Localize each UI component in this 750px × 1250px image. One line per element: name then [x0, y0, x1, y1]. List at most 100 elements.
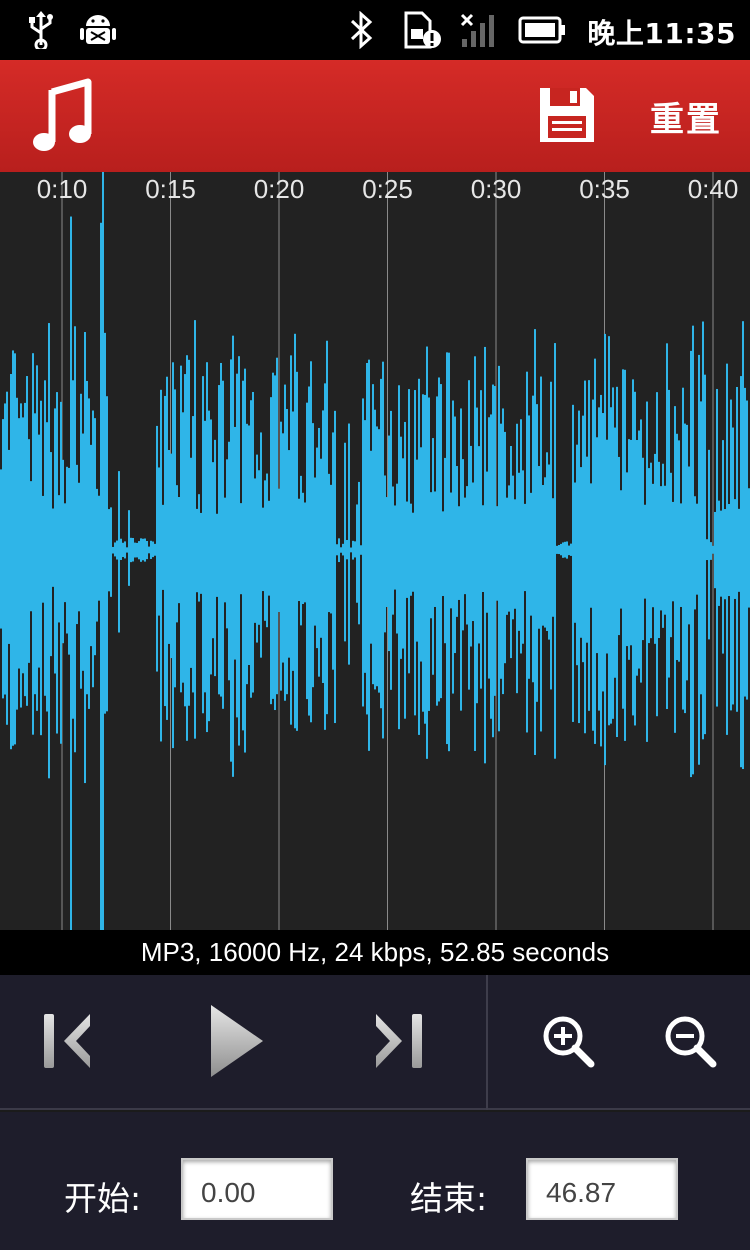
- waveform-sample: [48, 323, 50, 779]
- waveform-sample: [44, 380, 46, 696]
- waveform-sample: [384, 475, 386, 633]
- waveform-sample: [348, 423, 350, 665]
- waveform-sample: [448, 352, 450, 752]
- waveform-sample: [190, 457, 192, 668]
- waveform-sample: [598, 407, 600, 711]
- waveform-sample: [646, 401, 648, 742]
- waveform-sample: [372, 384, 374, 685]
- waveform-sample: [458, 506, 460, 600]
- waveform-sample: [284, 384, 286, 701]
- waveform-sample: [332, 432, 334, 670]
- waveform-sample: [132, 537, 134, 562]
- waveform-sample: [720, 510, 722, 597]
- waveform-sample: [362, 398, 364, 707]
- waveform-sample: [54, 408, 56, 674]
- waveform-sample: [600, 394, 602, 747]
- save-icon[interactable]: [538, 86, 596, 144]
- waveform-sample: [560, 543, 562, 556]
- waveform-sample: [388, 435, 390, 652]
- waveform-sample: [654, 453, 656, 644]
- waveform-sample: [214, 439, 216, 677]
- waveform-chart[interactable]: 0:10 0:15 0:20 0:25 0:30 0:35 0:40: [0, 172, 750, 930]
- waveform-sample: [564, 541, 566, 558]
- reset-button[interactable]: 重置: [636, 88, 736, 144]
- waveform-sample: [272, 372, 274, 699]
- waveform-sample: [640, 419, 642, 683]
- waveform-sample: [112, 546, 114, 554]
- waveform-sample: [626, 472, 628, 647]
- waveform-sample: [370, 450, 372, 644]
- timeline-label: 0:15: [145, 174, 196, 204]
- waveform-view[interactable]: 0:10 0:15 0:20 0:25 0:30 0:35 0:40: [0, 172, 750, 930]
- waveform-sample: [634, 391, 636, 726]
- waveform-sample: [496, 506, 498, 601]
- waveform-sample: [244, 368, 246, 753]
- waveform-sample: [548, 464, 550, 640]
- waveform-sample: [398, 385, 400, 730]
- waveform-sample: [534, 329, 536, 755]
- waveform-sample: [308, 386, 310, 716]
- waveform-sample: [318, 427, 320, 677]
- waveform-sample: [470, 445, 472, 647]
- waveform-sample: [410, 503, 412, 596]
- waveform-sample: [450, 492, 452, 609]
- waveform-sample: [494, 386, 496, 696]
- waveform-sample: [668, 389, 670, 678]
- waveform-sample: [194, 320, 196, 739]
- start-time-input[interactable]: [181, 1158, 333, 1220]
- waveform-sample: [282, 433, 284, 663]
- zoom-in-button[interactable]: [528, 1003, 608, 1083]
- music-note-icon[interactable]: [30, 78, 100, 154]
- waveform-sample: [20, 403, 22, 708]
- waveform-sample: [730, 399, 732, 711]
- waveform-sample: [46, 422, 48, 712]
- waveform-sample: [292, 411, 294, 671]
- waveform-sample: [290, 355, 292, 725]
- waveform-sample: [404, 421, 406, 719]
- end-time-input[interactable]: [526, 1158, 678, 1220]
- waveform-sample: [578, 410, 580, 724]
- waveform-sample: [140, 538, 142, 562]
- waveform-sample: [642, 457, 644, 641]
- battery-icon: [518, 10, 566, 50]
- skip-to-start-button[interactable]: [28, 1003, 108, 1083]
- zoom-in-icon: [541, 1014, 595, 1072]
- waveform-sample: [712, 545, 714, 554]
- waveform-sample: [610, 407, 612, 724]
- waveform-sample: [62, 459, 64, 644]
- waveform-sample: [154, 543, 156, 556]
- waveform-sample: [70, 216, 72, 930]
- waveform-sample: [490, 414, 492, 719]
- waveform-sample: [90, 444, 92, 647]
- waveform-sample: [732, 427, 734, 705]
- waveform-sample: [322, 410, 324, 683]
- waveform-sample: [708, 449, 710, 640]
- play-button[interactable]: [194, 1003, 274, 1083]
- waveform-sample: [12, 350, 14, 746]
- timeline-label: 0:40: [688, 174, 739, 204]
- waveform-sample: [480, 390, 482, 689]
- waveform-sample: [286, 409, 288, 695]
- end-label: 结束:: [410, 1179, 488, 1218]
- waveform-sample: [346, 540, 348, 560]
- waveform-sample: [570, 543, 572, 556]
- waveform-sample: [26, 376, 28, 706]
- waveform-sample: [24, 402, 26, 697]
- zoom-out-button[interactable]: [650, 1003, 730, 1083]
- waveform-sample: [620, 490, 622, 609]
- waveform-sample: [704, 374, 706, 735]
- timeline-label: 0:25: [362, 174, 413, 204]
- skip-to-end-button[interactable]: [358, 1003, 438, 1083]
- waveform-sample: [522, 470, 524, 644]
- waveform-sample: [460, 408, 462, 711]
- waveform-sample: [714, 511, 716, 589]
- waveform-sample: [10, 374, 12, 750]
- waveform-sample: [552, 498, 554, 617]
- waveform-sample: [500, 423, 502, 679]
- waveform-sample: [226, 459, 228, 629]
- waveform-sample: [164, 395, 166, 707]
- waveform-sample: [42, 495, 44, 603]
- waveform-sample: [152, 541, 154, 558]
- skip-to-start-icon: [38, 1010, 98, 1076]
- waveform-sample: [120, 538, 122, 560]
